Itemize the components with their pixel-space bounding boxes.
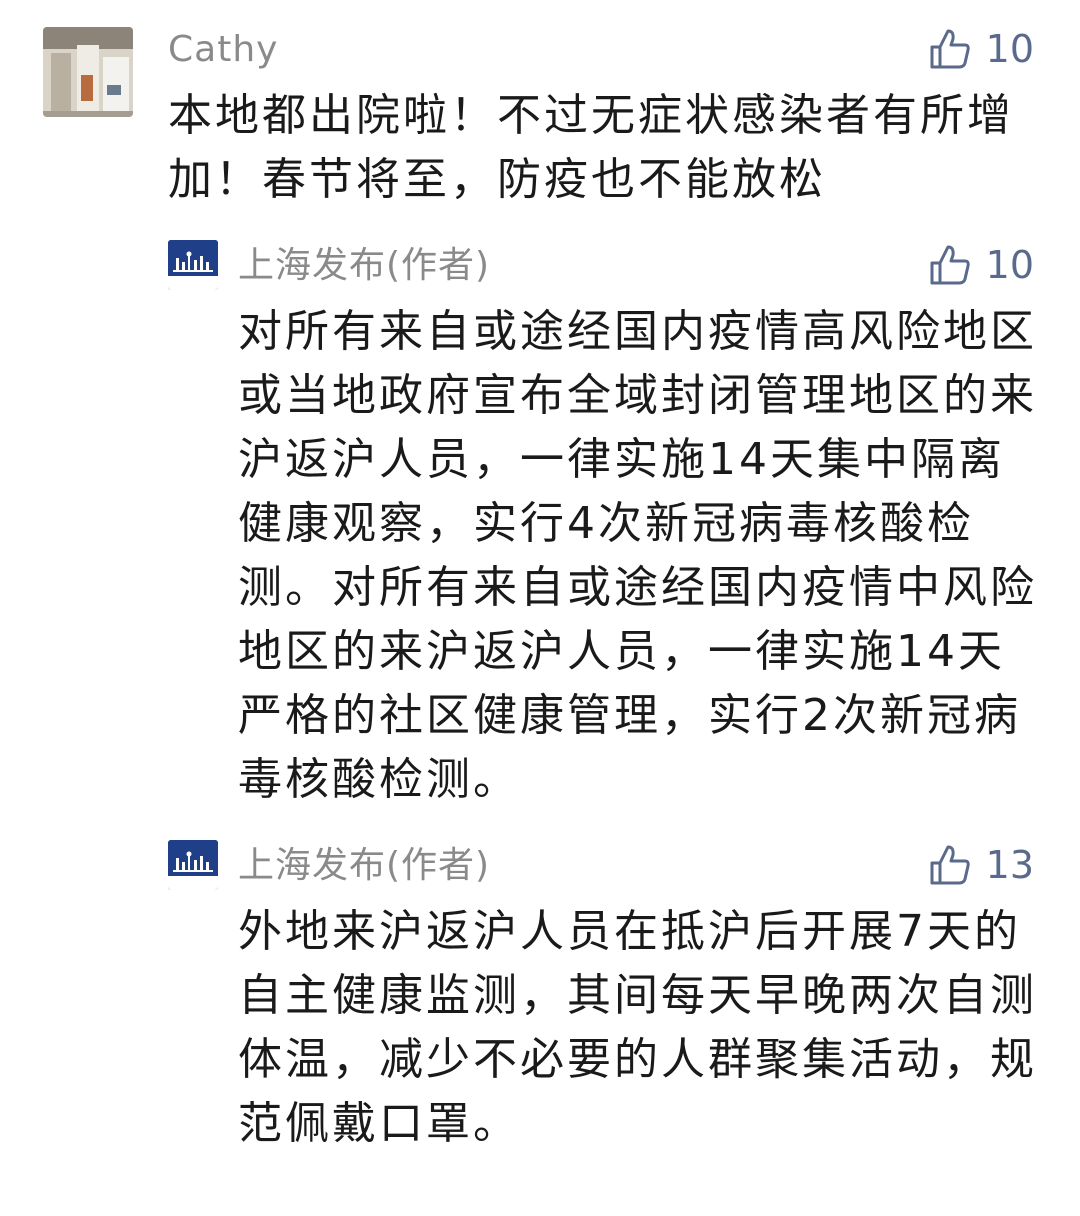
like-button[interactable]: 13 — [928, 840, 1034, 890]
comment-text: 本地都出院啦！不过无症状感染者有所增加！春节将至，防疫也不能放松 — [168, 90, 1014, 205]
like-count: 10 — [985, 27, 1034, 71]
like-count: 10 — [985, 243, 1034, 287]
avatar[interactable] — [43, 27, 133, 117]
reply-avatar[interactable] — [168, 240, 218, 290]
thumbs-up-icon — [930, 245, 970, 285]
reply-avatar[interactable] — [168, 840, 218, 890]
like-button[interactable]: 10 — [928, 24, 1034, 74]
comment-author[interactable]: Cathy — [168, 28, 278, 72]
thumbs-up-icon — [930, 29, 970, 69]
comment-thread: Cathy 10 本地都出院啦！不过无症状感染者有所增加！春节将至，防疫也不能放… — [0, 0, 1080, 1216]
reply-author[interactable]: 上海发布(作者) — [238, 244, 490, 288]
reply-author[interactable]: 上海发布(作者) — [238, 844, 490, 888]
like-count: 13 — [985, 843, 1034, 887]
reply-text: 外地来沪返沪人员在抵沪后开展7天的自主健康监测，其间每天早晚两次自测体温，减少不… — [238, 906, 1037, 1149]
reply-text: 对所有来自或途经国内疫情高风险地区或当地政府宣布全域封闭管理地区的来沪返沪人员，… — [238, 306, 1037, 805]
like-button[interactable]: 10 — [928, 240, 1034, 290]
thumbs-up-icon — [930, 845, 970, 885]
